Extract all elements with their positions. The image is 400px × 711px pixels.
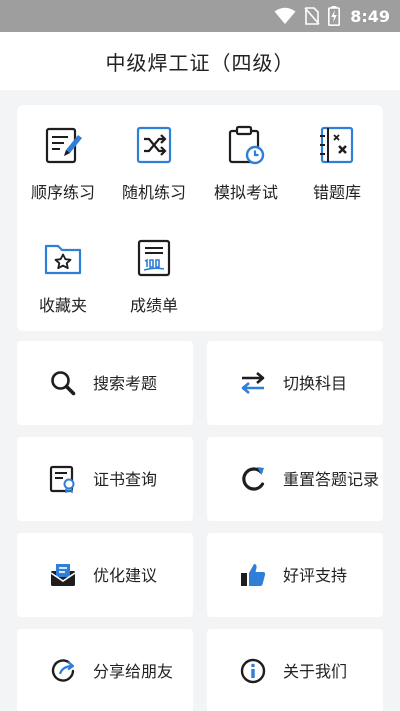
clock: 8:49	[350, 6, 390, 26]
page-title: 中级焊工证（四级）	[105, 50, 295, 75]
grid-item-label: 成绩单	[129, 296, 178, 315]
switch-subject-button[interactable]: 切换科目	[207, 341, 383, 425]
reset-answers-button[interactable]: 重置答题记录	[207, 437, 383, 521]
search-questions-button[interactable]: 搜索考题	[17, 341, 193, 425]
favorites-folder-icon	[44, 244, 82, 275]
grid-item-label: 错题库	[312, 183, 361, 202]
grid-item-favorites[interactable]: 收藏夹	[17, 218, 109, 328]
search-icon	[51, 371, 76, 396]
score-report-icon	[137, 239, 171, 277]
tile-label: 好评支持	[283, 565, 348, 585]
tile-label: 搜索考题	[93, 373, 158, 393]
feedback-button[interactable]: 优化建议	[17, 533, 193, 617]
share-icon	[51, 659, 75, 682]
about-us-button[interactable]: 关于我们	[207, 629, 383, 711]
grid-item-label: 模拟考试	[213, 183, 278, 202]
grid-item-sequential-practice[interactable]: 顺序练习	[17, 105, 109, 215]
clipboard-clock-icon	[228, 125, 265, 165]
wrong-answers-book-icon	[320, 126, 354, 164]
battery-charging-icon	[328, 6, 341, 26]
tile-label: 切换科目	[283, 373, 348, 393]
share-button[interactable]: 分享给朋友	[17, 629, 193, 711]
status-bar: 8:49	[0, 0, 400, 32]
grid-item-label: 顺序练习	[30, 183, 95, 202]
swap-arrows-icon	[241, 372, 265, 394]
practice-grid: 顺序练习 随机练习 模拟考试 错题库 收藏夹 成绩单	[17, 105, 383, 331]
certificate-icon	[49, 465, 75, 493]
tile-label: 重置答题记录	[283, 469, 380, 489]
rate-app-button[interactable]: 好评支持	[207, 533, 383, 617]
no-sim-icon	[304, 7, 320, 25]
tile-label: 关于我们	[283, 661, 348, 681]
info-icon	[240, 658, 266, 684]
thumbs-up-icon	[241, 564, 266, 586]
tile-label: 证书查询	[93, 469, 158, 489]
grid-item-wrong-answers[interactable]: 错题库	[291, 105, 383, 215]
tile-label: 优化建议	[93, 565, 158, 585]
shuffle-icon	[136, 126, 172, 164]
tile-label: 分享给朋友	[93, 661, 174, 681]
grid-item-random-practice[interactable]: 随机练习	[108, 105, 200, 215]
sequential-practice-icon	[45, 127, 82, 164]
mail-icon	[50, 564, 76, 586]
wifi-icon	[274, 7, 296, 24]
grid-item-label: 随机练习	[121, 183, 186, 202]
reset-icon	[242, 467, 265, 491]
grid-item-score-report[interactable]: 成绩单	[108, 218, 200, 328]
title-bar: 中级焊工证（四级）	[0, 32, 400, 90]
grid-item-label: 收藏夹	[38, 296, 87, 315]
grid-item-mock-exam[interactable]: 模拟考试	[200, 105, 292, 215]
certificate-lookup-button[interactable]: 证书查询	[17, 437, 193, 521]
